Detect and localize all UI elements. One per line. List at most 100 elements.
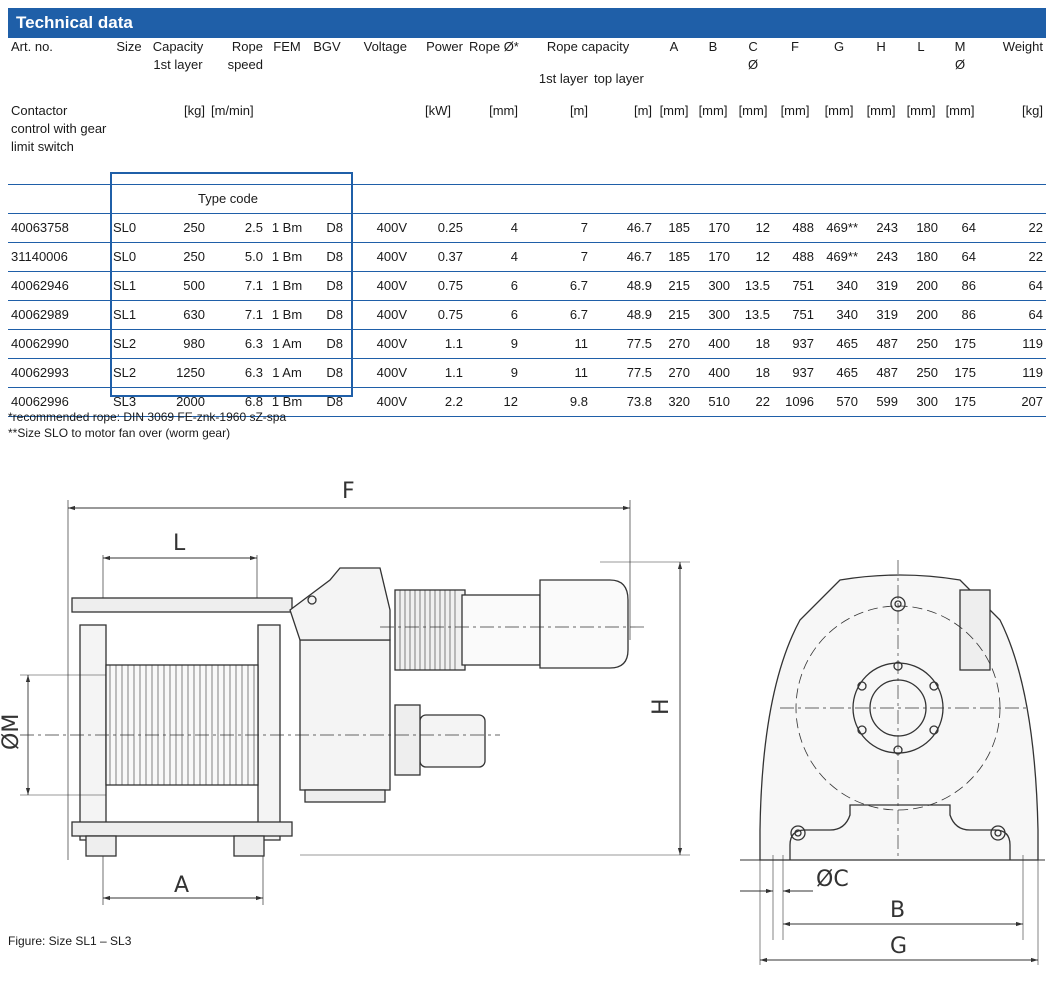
cell-rope: 12 — [503, 394, 518, 409]
dim-label-m: ØM — [0, 714, 24, 750]
cell-bgv: D8 — [326, 278, 343, 293]
cell-volt: 400V — [376, 365, 407, 380]
footnote-rope: *recommended rope: DIN 3069 FE-znk-1960 … — [8, 410, 287, 424]
header-capacity-sub: 1st layer — [153, 57, 203, 72]
cell-size: SL1 — [113, 278, 137, 293]
header-rope-cap-top: top layer — [594, 71, 644, 86]
dim-label-g: G — [890, 934, 907, 959]
cell-art: 31140006 — [11, 249, 68, 264]
winch-front-view — [740, 560, 1045, 861]
header-fem: FEM — [273, 39, 301, 54]
unit-power: [kW] — [425, 103, 451, 118]
table-row: 31140006 SL0 250 5.0 1 Bm D8 400V 0.37 4 7 46.7 185… — [8, 242, 1047, 272]
cell-rope: 6 — [510, 278, 518, 293]
cell-c: 13.5 — [744, 278, 771, 293]
unit-weight: [kg] — [1022, 103, 1044, 118]
cell-speed: 6.3 — [244, 336, 263, 351]
cell-rc1: 6.7 — [569, 278, 588, 293]
cell-l: 180 — [916, 220, 939, 235]
cell-power: 0.75 — [437, 307, 463, 322]
header-power: Power — [426, 39, 463, 54]
header-rope-cap-first: 1st layer — [538, 71, 588, 86]
cell-weight: 119 — [1022, 365, 1044, 380]
cell-power: 0.25 — [437, 220, 463, 235]
cell-l: 200 — [916, 278, 939, 293]
header-c-sub: Ø — [747, 57, 759, 72]
cell-rc1: 6.7 — [569, 307, 588, 322]
header-rope-capacity: Rope capacity — [546, 39, 630, 54]
cell-l: 250 — [916, 336, 939, 351]
cell-cap: 500 — [183, 278, 205, 293]
footnote-size: **Size SLO to motor fan over (worm gear) — [8, 426, 231, 440]
cell-rc1: 11 — [574, 365, 589, 380]
cell-rct: 46.7 — [626, 249, 653, 264]
cell-weight: 22 — [1028, 220, 1044, 235]
cell-art: 40062946 — [11, 278, 69, 293]
cell-rope: 9 — [510, 336, 518, 351]
cell-f: 488 — [792, 220, 815, 235]
header-rope-speed: Rope — [231, 39, 263, 54]
unit-rope-cap-top: [m] — [633, 103, 653, 118]
cell-rct: 73.8 — [626, 394, 653, 409]
unit-rope-speed: [m/min] — [211, 103, 254, 118]
header-f: F — [791, 39, 799, 54]
cell-a: 215 — [668, 307, 691, 322]
winch-side-view — [20, 500, 645, 905]
cell-rope: 4 — [510, 249, 518, 264]
cell-m: 64 — [961, 220, 977, 235]
cell-b: 300 — [708, 307, 731, 322]
unit-art-no: Contactor control with gear limit switch — [11, 103, 107, 154]
cell-weight: 119 — [1022, 336, 1044, 351]
header-bgv: BGV — [313, 39, 341, 54]
section-title: Technical data — [8, 8, 1046, 38]
cell-power: 1.1 — [444, 336, 463, 351]
cell-cap: 250 — [183, 249, 205, 264]
cell-rope: 6 — [510, 307, 518, 322]
cell-cap: 1250 — [176, 365, 205, 380]
unit-rope-dia: [mm] — [489, 103, 518, 118]
cell-rct: 77.5 — [626, 365, 653, 380]
cell-f: 937 — [792, 336, 815, 351]
cell-g: 469** — [826, 249, 859, 264]
cell-f: 937 — [792, 365, 815, 380]
cell-b: 170 — [708, 249, 731, 264]
cell-speed: 6.3 — [244, 365, 263, 380]
cell-f: 488 — [792, 249, 815, 264]
cell-power: 2.2 — [444, 394, 463, 409]
cell-speed: 5.0 — [244, 249, 263, 264]
header-rope-speed-sub: speed — [227, 57, 263, 72]
cell-cap: 250 — [183, 220, 205, 235]
cell-b: 400 — [708, 365, 731, 380]
cell-bgv: D8 — [326, 249, 343, 264]
winch-drawing: F L A H ØM ØC B G — [0, 479, 1045, 965]
cell-b: 300 — [708, 278, 731, 293]
cell-c: 12 — [755, 249, 771, 264]
cell-bgv: D8 — [326, 394, 343, 409]
cell-f: 751 — [792, 278, 815, 293]
units-row: Contactor control with gear limit switch… — [8, 102, 1046, 185]
unit-h: [mm] — [866, 103, 896, 118]
header-m-sub: Ø — [954, 57, 966, 72]
header-art-no: Art. no. — [11, 39, 53, 54]
cell-a: 185 — [668, 220, 691, 235]
table-row: 40062989 SL1 630 7.1 1 Bm D8 400V 0.75 6 6.7 48.9 2… — [8, 300, 1047, 330]
header-voltage: Voltage — [363, 39, 407, 54]
cell-speed: 2.5 — [244, 220, 263, 235]
header-rope-dia: Rope Ø* — [469, 39, 519, 54]
figure-caption: Figure: Size SL1 – SL3 — [8, 934, 132, 948]
cell-weight: 22 — [1028, 249, 1044, 264]
table-row: 40062993 SL2 1250 6.3 1 Am D8 400V 1.1 9 11 77.5 27… — [8, 358, 1047, 388]
cell-g: 465 — [836, 365, 859, 380]
header-weight: Weight — [1002, 39, 1044, 54]
header-a: A — [669, 39, 679, 54]
cell-power: 0.75 — [437, 278, 463, 293]
unit-l: [mm] — [906, 103, 936, 118]
dim-label-a: A — [174, 873, 189, 898]
cell-a: 270 — [668, 336, 691, 351]
cell-weight: 64 — [1028, 307, 1044, 322]
type-code-row: Type code — [8, 184, 1047, 214]
cell-h: 319 — [876, 278, 899, 293]
cell-cap: 630 — [183, 307, 205, 322]
header-size: Size — [116, 39, 142, 54]
cell-m: 175 — [954, 394, 977, 409]
